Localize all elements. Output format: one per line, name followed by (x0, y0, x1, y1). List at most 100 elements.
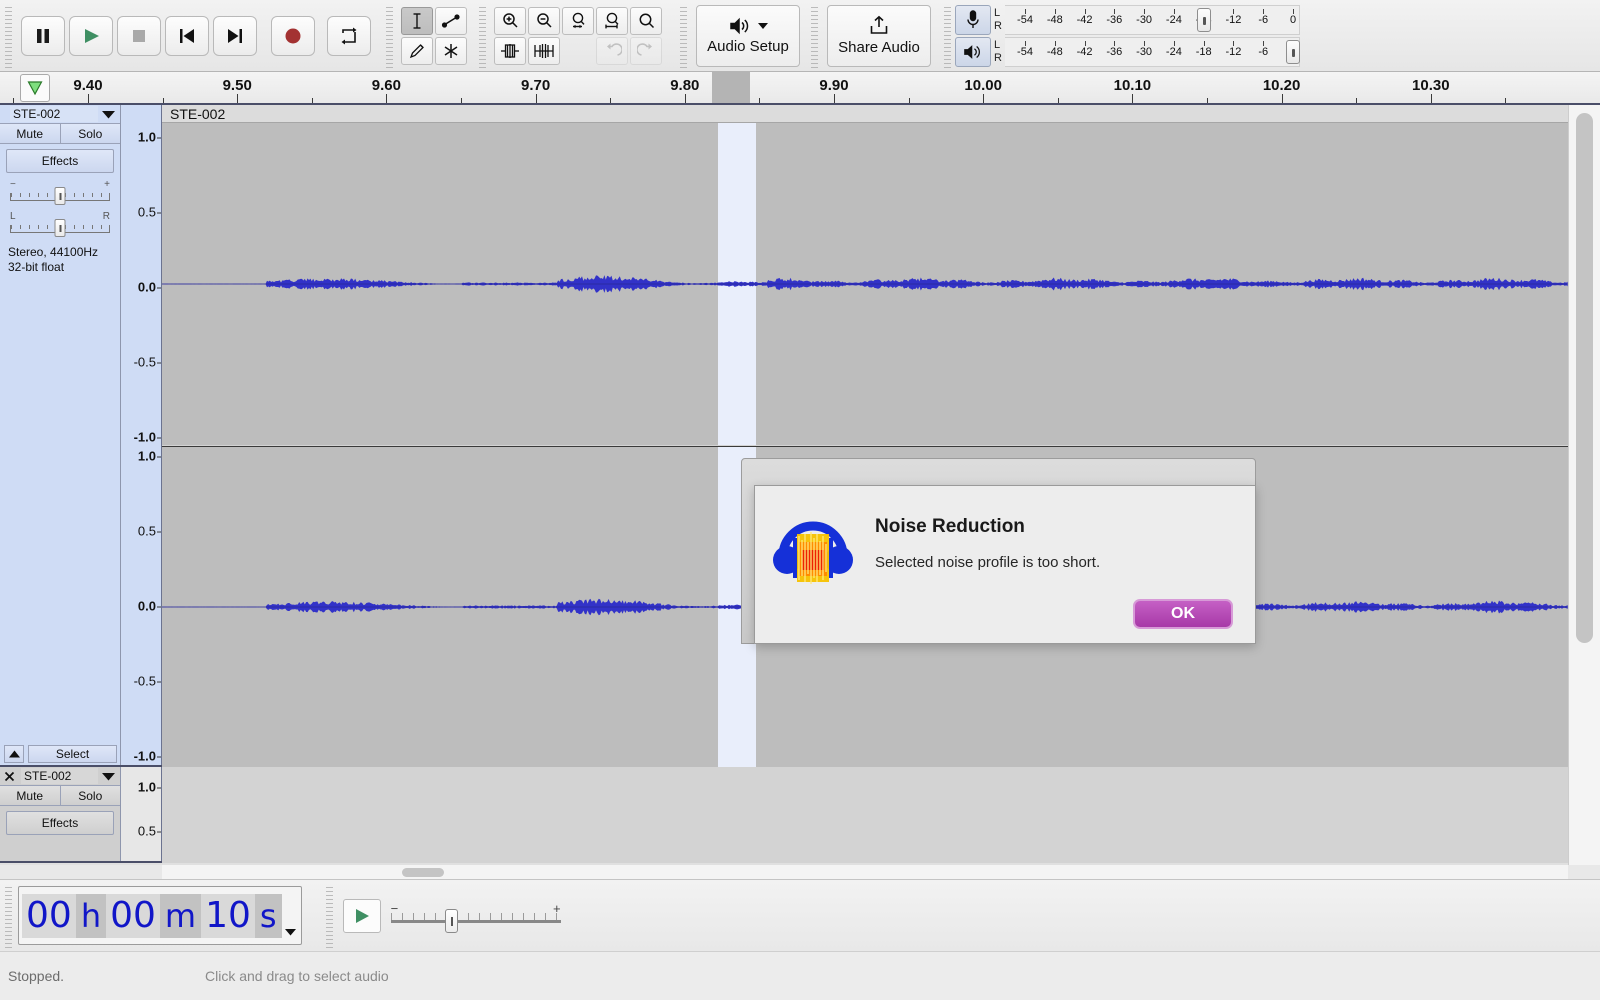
timeline-scale[interactable]: 9.409.509.609.709.809.9010.0010.1010.201… (55, 72, 1600, 103)
redo-button[interactable] (630, 37, 662, 65)
draw-tool[interactable] (401, 37, 433, 65)
envelope-tool[interactable] (435, 7, 467, 35)
edit-toolbar-grip[interactable] (477, 3, 488, 68)
triangle-up-icon[interactable] (4, 745, 24, 763)
track-2-wave-area[interactable] (162, 767, 1568, 861)
skip-to-start-button[interactable] (165, 16, 209, 56)
stop-button[interactable] (117, 16, 161, 56)
pan-slider-thumb[interactable] (55, 219, 66, 237)
silence-audio-button[interactable] (528, 37, 560, 65)
track-1[interactable]: close-icon STE-002 Mute Solo Effects − + (0, 105, 1568, 767)
zoom-out-button[interactable] (528, 7, 560, 35)
track-2-vertical-ruler[interactable]: 1.00.5 (121, 767, 162, 861)
pin-play-head-button[interactable] (20, 74, 50, 102)
playback-meter-bar[interactable]: -54-48-42-36-30-24-18-12-60 (1005, 37, 1300, 67)
share-audio-button[interactable]: Share Audio (827, 5, 931, 67)
play-at-speed-button[interactable] (343, 899, 381, 933)
play-speed-thumb[interactable] (445, 909, 458, 933)
selection-toolbar-grip[interactable] (3, 883, 14, 948)
transport-toolbar-grip[interactable] (3, 3, 14, 68)
share-audio-grip[interactable] (809, 3, 820, 68)
track-2-mute-button[interactable]: Mute (0, 786, 61, 805)
horizontal-scrollbar[interactable] (162, 865, 1568, 879)
track-1-footer: Select (0, 745, 121, 763)
timeline-tick-major (88, 94, 89, 103)
trim-icon (499, 42, 521, 60)
recording-meter-button[interactable] (955, 5, 991, 35)
skip-end-icon (224, 26, 246, 46)
time-minutes[interactable]: 00 (106, 894, 160, 938)
trim-audio-button[interactable] (494, 37, 526, 65)
meter-tick-label: -48 (1047, 46, 1063, 58)
meters-grip[interactable] (942, 3, 953, 68)
play-button[interactable] (69, 16, 113, 56)
timeline-tick-major (237, 94, 238, 103)
track-1-clip-title[interactable]: STE-002 (162, 105, 1568, 123)
ok-button[interactable]: OK (1133, 599, 1233, 629)
horizontal-scrollbar-thumb[interactable] (402, 868, 444, 877)
noise-reduction-dialog[interactable]: Noise Reduction Selected noise profile i… (754, 485, 1256, 644)
fit-project-button[interactable] (596, 7, 628, 35)
chevron-down-icon[interactable] (282, 928, 299, 936)
multi-tool[interactable] (435, 37, 467, 65)
meter-tick-label: -36 (1106, 46, 1122, 58)
selection-tool[interactable] (401, 7, 433, 35)
track-1-vertical-ruler[interactable]: 1.00.50.0-0.5-1.01.00.50.0-0.5-1.0 (121, 105, 162, 765)
track-2-control-panel[interactable]: STE-002 Mute Solo Effects (0, 767, 121, 861)
audio-setup-grip[interactable] (678, 3, 689, 68)
tools-toolbar-grip[interactable] (384, 3, 395, 68)
meter-tick-label: -12 (1225, 46, 1241, 58)
track-2-effects-button[interactable]: Effects (6, 811, 114, 835)
playback-meter-button[interactable] (955, 37, 991, 67)
track-2-channel-left[interactable] (162, 767, 1568, 863)
pause-button[interactable] (21, 16, 65, 56)
timeline-ruler[interactable]: 9.409.509.609.709.809.9010.0010.1010.201… (0, 72, 1600, 105)
close-icon[interactable] (2, 771, 17, 782)
chevron-down-icon[interactable] (102, 110, 118, 119)
track-1-solo-button[interactable]: Solo (61, 124, 121, 143)
track-1-name[interactable]: STE-002 (10, 106, 98, 122)
time-hours[interactable]: 00 (22, 894, 76, 938)
play-speed-grip[interactable] (324, 883, 335, 948)
track-1-wave-area[interactable]: STE-002 (162, 105, 1568, 765)
skip-to-end-button[interactable] (213, 16, 257, 56)
loop-button[interactable] (327, 16, 371, 56)
play-speed-slider[interactable]: − + (391, 901, 561, 931)
track-1-gain-slider[interactable]: − + (10, 179, 110, 205)
chevron-down-icon[interactable] (102, 772, 118, 781)
dialog-body: Noise Reduction Selected noise profile i… (755, 486, 1255, 593)
recording-meter-thumb[interactable] (1197, 8, 1211, 32)
vertical-scrollbar[interactable] (1568, 105, 1600, 865)
track-1-mute-button[interactable]: Mute (0, 124, 61, 143)
vertical-scrollbar-thumb[interactable] (1576, 113, 1593, 643)
undo-button[interactable] (596, 37, 628, 65)
record-button[interactable] (271, 16, 315, 56)
dialog-message: Selected noise profile is too short. (875, 554, 1100, 571)
timeline-selection-highlight[interactable] (712, 72, 750, 103)
audio-setup-button[interactable]: Audio Setup (696, 5, 800, 67)
playback-meter[interactable]: L R -54-48-42-36-30-24-18-12-60 (955, 37, 1300, 67)
track-1-effects-button[interactable]: Effects (6, 149, 114, 173)
fit-selection-button[interactable] (562, 7, 594, 35)
playback-meter-thumb[interactable] (1286, 40, 1300, 64)
vertical-ruler-label: 1.0 (138, 130, 156, 145)
zoom-toggle-button[interactable] (630, 7, 662, 35)
track-1-control-panel[interactable]: close-icon STE-002 Mute Solo Effects − + (0, 105, 121, 765)
dialog-title: Noise Reduction (875, 516, 1100, 538)
track-2-name[interactable]: STE-002 (21, 768, 98, 784)
track-1-channel-left[interactable] (162, 123, 1568, 445)
recording-meter-bar[interactable]: -54-48-42-36-30-24-18-12-60 (1005, 5, 1300, 35)
zoom-in-button[interactable] (494, 7, 526, 35)
pause-icon (33, 26, 53, 46)
track-1-pan-slider[interactable]: L R (10, 211, 110, 237)
time-seconds[interactable]: 10 (201, 894, 255, 938)
gain-slider-thumb[interactable] (55, 187, 66, 205)
track-1-select-button[interactable]: Select (28, 745, 117, 763)
pin-play-head-icon (26, 79, 44, 97)
track-2[interactable]: STE-002 Mute Solo Effects 1.00.5 (0, 767, 1568, 863)
track-2-solo-button[interactable]: Solo (61, 786, 121, 805)
recording-meter[interactable]: L R -54-48-42-36-30-24-18-12-60 (955, 5, 1300, 35)
audio-position-field[interactable]: 00 h 00 m 10 s (18, 886, 302, 945)
timeline-tick-minor (759, 98, 760, 103)
timeline-tick-minor (461, 98, 462, 103)
